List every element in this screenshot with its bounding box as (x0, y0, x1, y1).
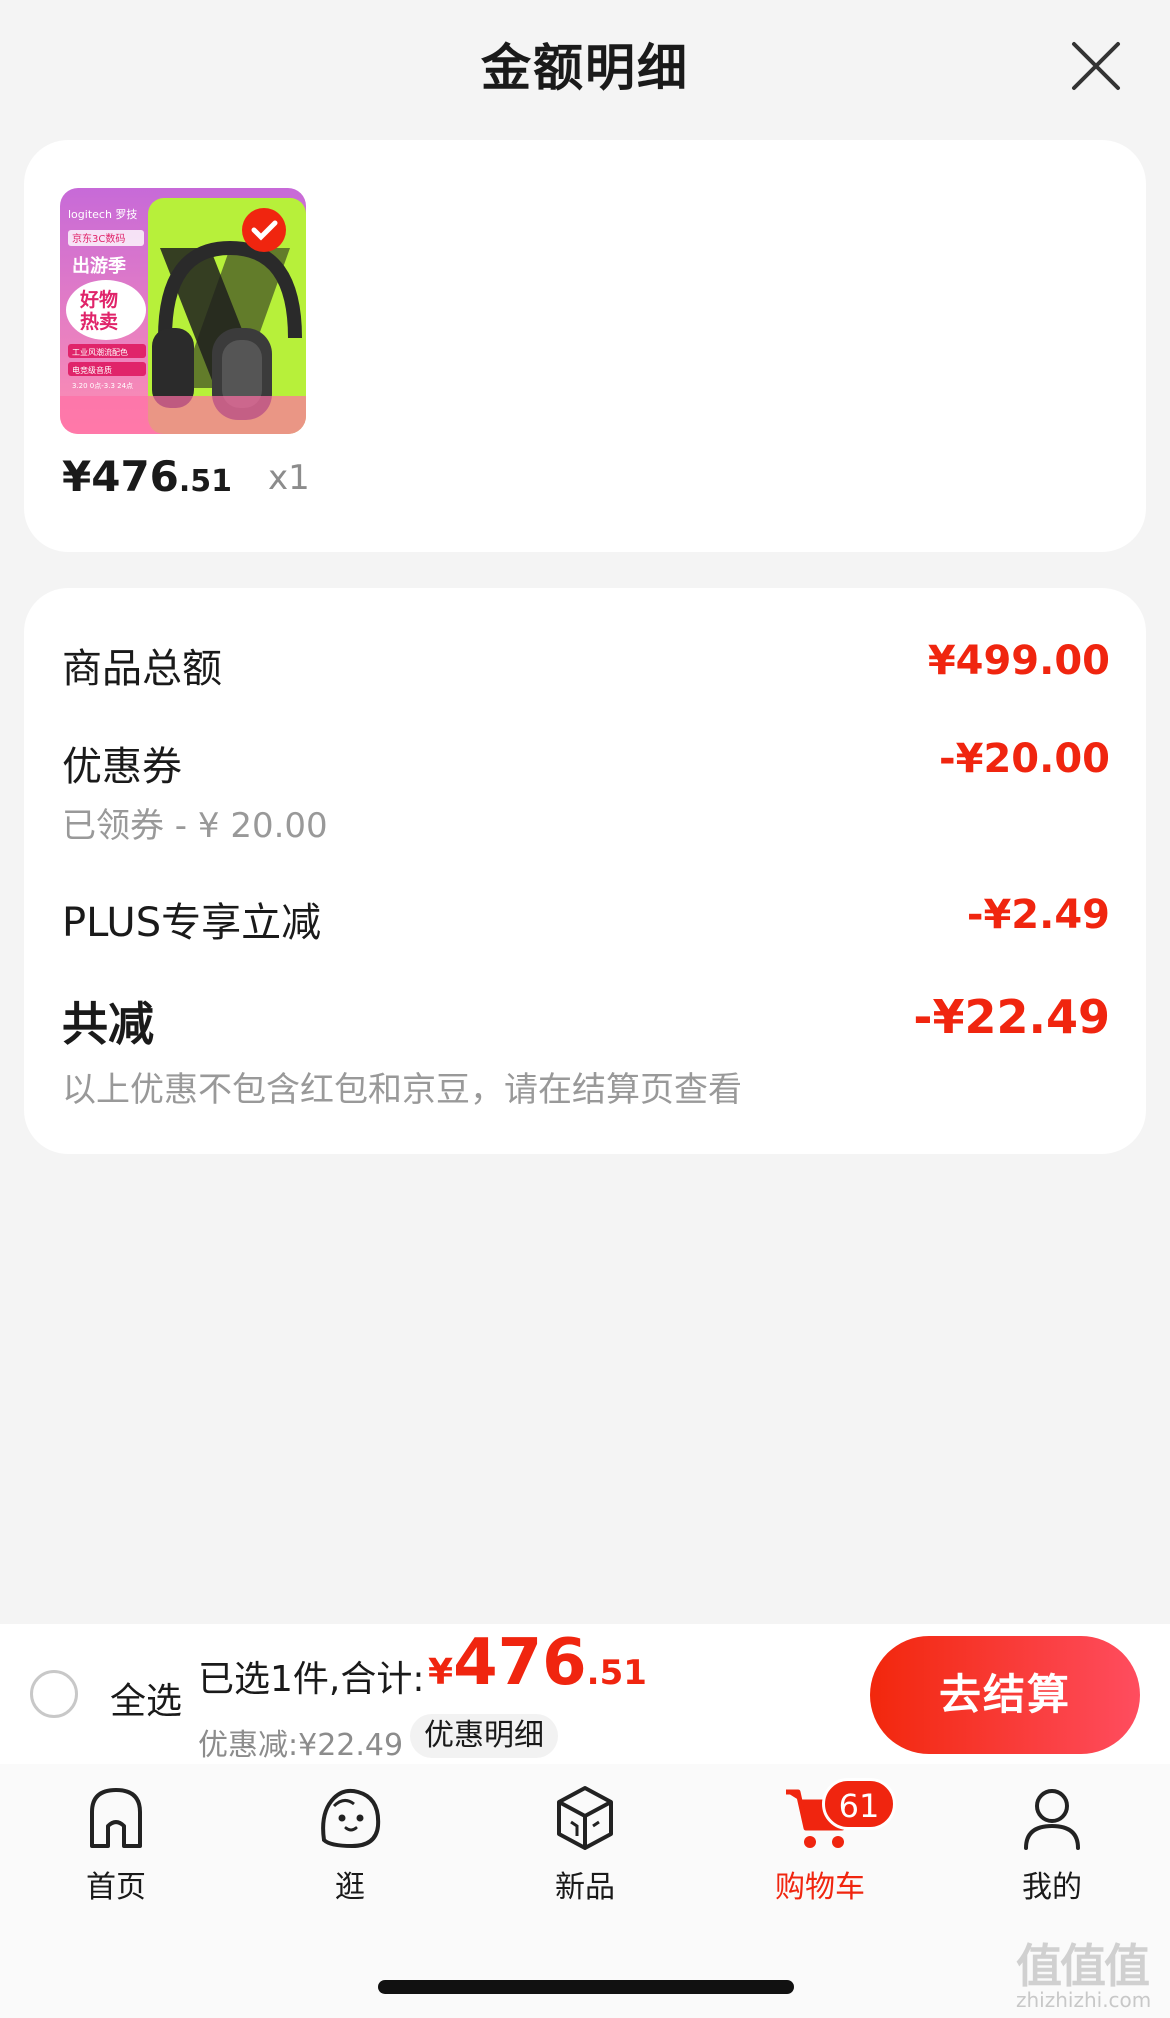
checkout-button[interactable]: 去结算 (870, 1636, 1140, 1754)
product-thumbnail[interactable]: logitech 罗技 京东3C数码 出游季 好物 热卖 工业风潮流配色 电竞级… (60, 188, 306, 434)
tab-new-products[interactable]: 新品 (505, 1782, 665, 1922)
coupon-sub-text: 已领券 - ¥ 20.00 (62, 806, 328, 846)
product-quantity: x1 (268, 458, 310, 498)
tab-browse-label: 逛 (335, 1870, 365, 1905)
coupon-label: 优惠券 (62, 744, 182, 790)
discount-summary: 优惠减:¥22.49 (198, 1728, 404, 1763)
thumb-line-1: 工业风潮流配色 (72, 347, 128, 357)
subtotal-label: 商品总额 (62, 646, 222, 692)
tab-cart-label: 购物车 (775, 1870, 865, 1905)
checkout-bar: 全选 已选1件,合计: ¥476.51 优惠减:¥22.49 优惠明细 去结算 (0, 1624, 1170, 1764)
plus-discount-label: PLUS专享立减 (62, 900, 322, 946)
profile-icon (1024, 1789, 1080, 1850)
tab-profile-label: 我的 (1022, 1870, 1082, 1905)
tab-browse[interactable]: 逛 (270, 1782, 430, 1922)
home-icon (90, 1788, 142, 1848)
discount-detail-button[interactable]: 优惠明细 (410, 1714, 558, 1758)
tab-home-label: 首页 (86, 1870, 146, 1905)
thumb-promo: 出游季 (72, 255, 126, 277)
total-discount-value: -¥22.49 (913, 990, 1110, 1044)
product-price: ¥476.51 (62, 452, 233, 501)
tab-new-products-label: 新品 (555, 1870, 615, 1905)
product-card: logitech 罗技 京东3C数码 出游季 好物 热卖 工业风潮流配色 电竞级… (24, 140, 1146, 552)
thumb-headline-2: 热卖 (80, 310, 118, 333)
selected-summary: 已选1件,合计: (198, 1650, 424, 1702)
thumb-headline-1: 好物 (79, 288, 118, 311)
thumb-tag: 京东3C数码 (72, 232, 125, 245)
coupon-value: -¥20.00 (939, 736, 1110, 782)
amount-detail-card: 商品总额 ¥499.00 优惠券 -¥20.00 已领券 - ¥ 20.00 P… (24, 588, 1146, 1154)
close-icon[interactable] (1066, 36, 1126, 96)
total-discount-label: 共减 (62, 997, 154, 1051)
discount-note: 以上优惠不包含红包和京豆，请在结算页查看 (62, 1070, 742, 1110)
watermark: 值值值 (1016, 1939, 1150, 1993)
subtotal-value: ¥499.00 (927, 638, 1110, 684)
cart-count-badge: 61 (822, 1778, 896, 1830)
new-products-icon (557, 1786, 613, 1850)
thumb-line-2: 电竞级音质 (72, 365, 112, 375)
tab-home[interactable]: 首页 (36, 1782, 196, 1922)
thumb-brand: logitech 罗技 (68, 208, 137, 221)
header: 金额明细 (0, 0, 1170, 130)
tab-profile[interactable]: 我的 (972, 1782, 1132, 1922)
thumb-date: 3.20 0点-3.3 24点 (72, 382, 133, 390)
home-indicator (378, 1980, 794, 1994)
page-title: 金额明细 (481, 39, 689, 97)
watermark-url: zhizhizhi.com (1016, 1988, 1152, 2012)
selected-count-text: 已选1件,合计: (198, 1659, 425, 1700)
plus-discount-value: -¥2.49 (966, 892, 1110, 938)
select-all-radio[interactable] (30, 1670, 78, 1718)
total-price: ¥476.51 (428, 1626, 647, 1700)
select-all-label[interactable]: 全选 (110, 1672, 182, 1724)
tab-cart[interactable]: 购物车 61 (740, 1778, 900, 1922)
browse-icon (321, 1788, 381, 1849)
